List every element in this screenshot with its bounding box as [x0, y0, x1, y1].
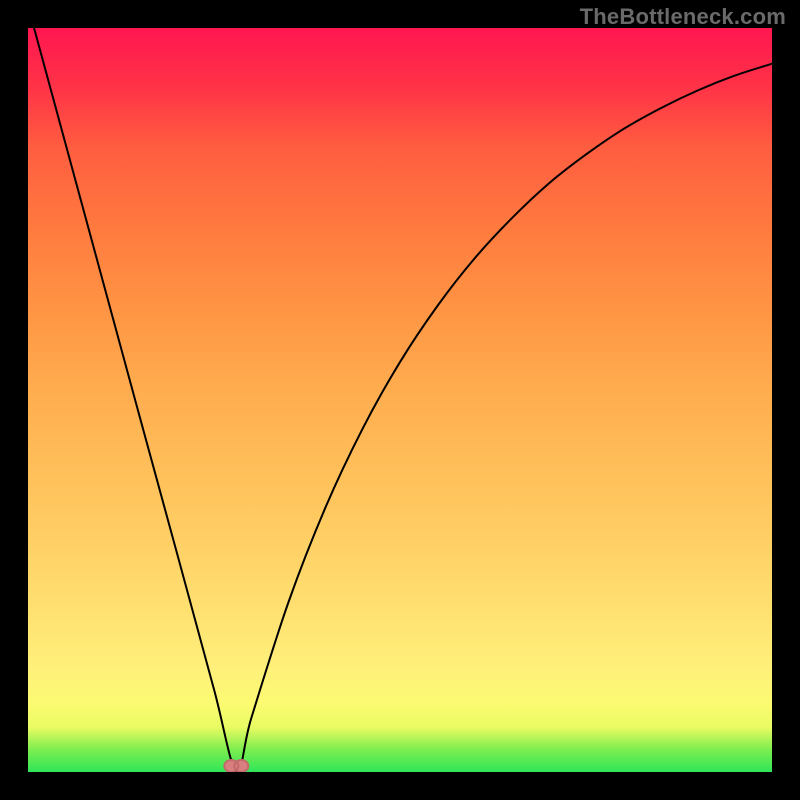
curve-overlay	[28, 28, 772, 772]
min-point-marker	[224, 760, 248, 772]
plot-area	[28, 28, 772, 772]
brand-watermark: TheBottleneck.com	[580, 4, 786, 30]
chart-container: TheBottleneck.com	[0, 0, 800, 800]
bottleneck-curve	[28, 28, 772, 772]
